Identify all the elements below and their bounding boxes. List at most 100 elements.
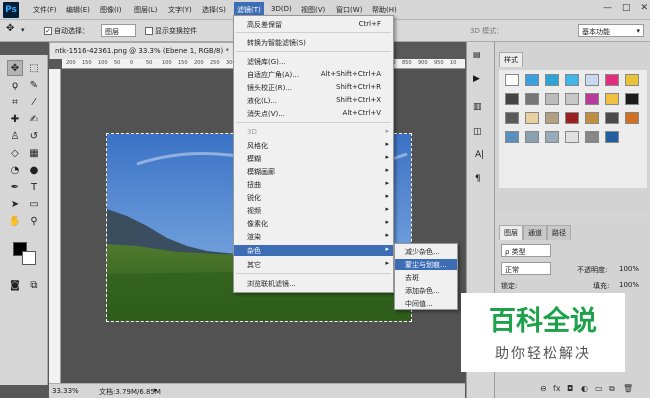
style-swatch[interactable]: [605, 74, 619, 86]
menu-3d[interactable]: 3D(D): [271, 5, 292, 13]
quick-mask-icon[interactable]: ◙: [7, 277, 23, 293]
move-tool-icon[interactable]: ✥: [6, 23, 14, 34]
menu-item-liquify[interactable]: 液化(L)... Shift+Ctrl+X: [234, 95, 393, 106]
submenu-item-median[interactable]: 中间值...: [395, 298, 457, 309]
menu-item-adaptive-wide-angle[interactable]: 自适应广角(A)... Alt+Shift+Ctrl+A: [234, 69, 393, 80]
menu-item-other[interactable]: 其它 ▸: [234, 259, 393, 270]
style-swatch[interactable]: [525, 74, 539, 86]
dodge-tool-icon[interactable]: ●: [26, 162, 42, 178]
menu-item-distort[interactable]: 扭曲 ▸: [234, 179, 393, 190]
menu-image[interactable]: 图像(I): [100, 5, 122, 15]
fill-value[interactable]: 100%: [619, 281, 639, 289]
hand-tool-icon[interactable]: ✋: [7, 213, 23, 229]
submenu-item-despeckle[interactable]: 去斑: [395, 272, 457, 283]
style-swatch[interactable]: [525, 131, 539, 143]
tab-styles[interactable]: 样式: [499, 52, 523, 67]
menu-item-3d[interactable]: 3D ▸: [234, 127, 393, 138]
gradient-tool-icon[interactable]: ▦: [26, 145, 42, 161]
move-tool-icon[interactable]: ✥: [7, 60, 23, 76]
zoom-tool-icon[interactable]: ⚲: [26, 213, 42, 229]
tab-channels[interactable]: 通道: [523, 225, 547, 240]
style-swatch[interactable]: [565, 74, 579, 86]
screen-mode-icon[interactable]: ⧉: [26, 277, 42, 293]
style-swatch[interactable]: [565, 93, 579, 105]
history-brush-icon[interactable]: ↺: [26, 128, 42, 144]
style-swatch[interactable]: [505, 112, 519, 124]
show-transform-checkbox[interactable]: 显示变换控件: [145, 26, 197, 36]
submenu-item-add-noise[interactable]: 添加杂色...: [395, 285, 457, 296]
style-swatch[interactable]: [585, 112, 599, 124]
style-swatch[interactable]: [585, 93, 599, 105]
layer-select-dropdown[interactable]: 图层: [101, 24, 136, 37]
style-swatch[interactable]: [585, 74, 599, 86]
background-color-swatch[interactable]: [22, 251, 36, 265]
style-swatch[interactable]: [605, 131, 619, 143]
style-swatch[interactable]: [545, 74, 559, 86]
tab-paths[interactable]: 路径: [547, 225, 571, 240]
adjustment-icon[interactable]: ◐: [581, 384, 588, 393]
style-swatch[interactable]: [625, 112, 639, 124]
trash-icon[interactable]: 🗑: [623, 384, 633, 393]
menu-edit[interactable]: 编辑(E): [66, 5, 90, 15]
menu-view[interactable]: 视图(V): [301, 5, 325, 15]
lasso-tool-icon[interactable]: ϙ: [7, 77, 23, 93]
history-icon[interactable]: ▤: [473, 50, 481, 59]
menu-item-stylize[interactable]: 风格化 ▸: [234, 140, 393, 151]
brush-tool-icon[interactable]: ✍: [26, 111, 42, 127]
menu-item-high-pass[interactable]: 高反差保留 Ctrl+F: [234, 19, 393, 30]
menu-file[interactable]: 文件(F): [33, 5, 57, 15]
chevron-down-icon[interactable]: ▾: [21, 26, 25, 34]
menu-item-pixelate[interactable]: 像素化 ▸: [234, 218, 393, 229]
properties-icon[interactable]: ◫: [473, 127, 482, 137]
style-swatch[interactable]: [565, 131, 579, 143]
style-swatch[interactable]: [585, 131, 599, 143]
menu-layer[interactable]: 图层(L): [134, 5, 157, 15]
blend-mode-dropdown[interactable]: 正常: [501, 262, 551, 275]
menu-item-noise[interactable]: 杂色 ▸: [234, 245, 393, 256]
style-swatch[interactable]: [525, 112, 539, 124]
menu-help[interactable]: 帮助(H): [372, 5, 397, 15]
opacity-value[interactable]: 100%: [619, 265, 639, 273]
new-layer-icon[interactable]: ⧉: [609, 384, 615, 394]
close-button[interactable]: ✕: [640, 3, 648, 13]
blur-tool-icon[interactable]: ◔: [7, 162, 23, 178]
eyedropper-tool-icon[interactable]: ⁄: [26, 94, 42, 110]
rectangle-tool-icon[interactable]: ▭: [26, 196, 42, 212]
crop-tool-icon[interactable]: ⌗: [7, 94, 23, 110]
menu-item-video[interactable]: 视频 ▸: [234, 205, 393, 216]
menu-item-filter-gallery[interactable]: 滤镜库(G)...: [234, 56, 393, 67]
menu-item-render[interactable]: 渲染 ▸: [234, 231, 393, 242]
style-swatch[interactable]: [525, 93, 539, 105]
menu-item-blur-gallery[interactable]: 模糊画廊 ▸: [234, 166, 393, 177]
clone-stamp-icon[interactable]: ♙: [7, 128, 23, 144]
tab-layers[interactable]: 图层: [499, 225, 523, 240]
character-icon[interactable]: A|: [475, 150, 484, 160]
style-swatch[interactable]: [505, 74, 519, 86]
document-tab[interactable]: ntk-1516-42361.png @ 33.3% (Ebene 1, RGB…: [49, 42, 261, 59]
healing-brush-icon[interactable]: ✚: [7, 111, 23, 127]
style-swatch[interactable]: [545, 93, 559, 105]
fx-icon[interactable]: fx: [553, 384, 561, 393]
mask-icon[interactable]: ◘: [567, 384, 573, 393]
auto-select-checkbox[interactable]: ✓ 自动选择：: [44, 26, 89, 36]
quick-select-tool-icon[interactable]: ✎: [26, 77, 42, 93]
menu-item-blur[interactable]: 模糊 ▸: [234, 153, 393, 164]
type-tool-icon[interactable]: T: [26, 179, 42, 195]
menu-type[interactable]: 文字(Y): [168, 5, 192, 15]
maximize-button[interactable]: □: [622, 3, 631, 13]
actions-play-icon[interactable]: ▶: [473, 74, 480, 84]
path-select-icon[interactable]: ➤: [7, 196, 23, 212]
layer-kind-filter[interactable]: ρ 类型: [501, 244, 551, 257]
style-swatch[interactable]: [545, 131, 559, 143]
chevron-right-icon[interactable]: ▸: [154, 386, 158, 394]
menu-item-sharpen[interactable]: 锐化 ▸: [234, 192, 393, 203]
style-swatch[interactable]: [625, 74, 639, 86]
menu-select[interactable]: 选择(S): [202, 5, 226, 15]
link-layers-icon[interactable]: ⊖: [540, 384, 547, 393]
style-swatch[interactable]: [565, 112, 579, 124]
style-swatch[interactable]: [605, 112, 619, 124]
menu-item-vanishing-point[interactable]: 消失点(V)... Alt+Ctrl+V: [234, 108, 393, 119]
submenu-item-dust-scratches[interactable]: 蒙尘与划痕...: [395, 259, 457, 270]
submenu-item-reduce-noise[interactable]: 减少杂色...: [395, 246, 457, 257]
style-swatch[interactable]: [605, 93, 619, 105]
